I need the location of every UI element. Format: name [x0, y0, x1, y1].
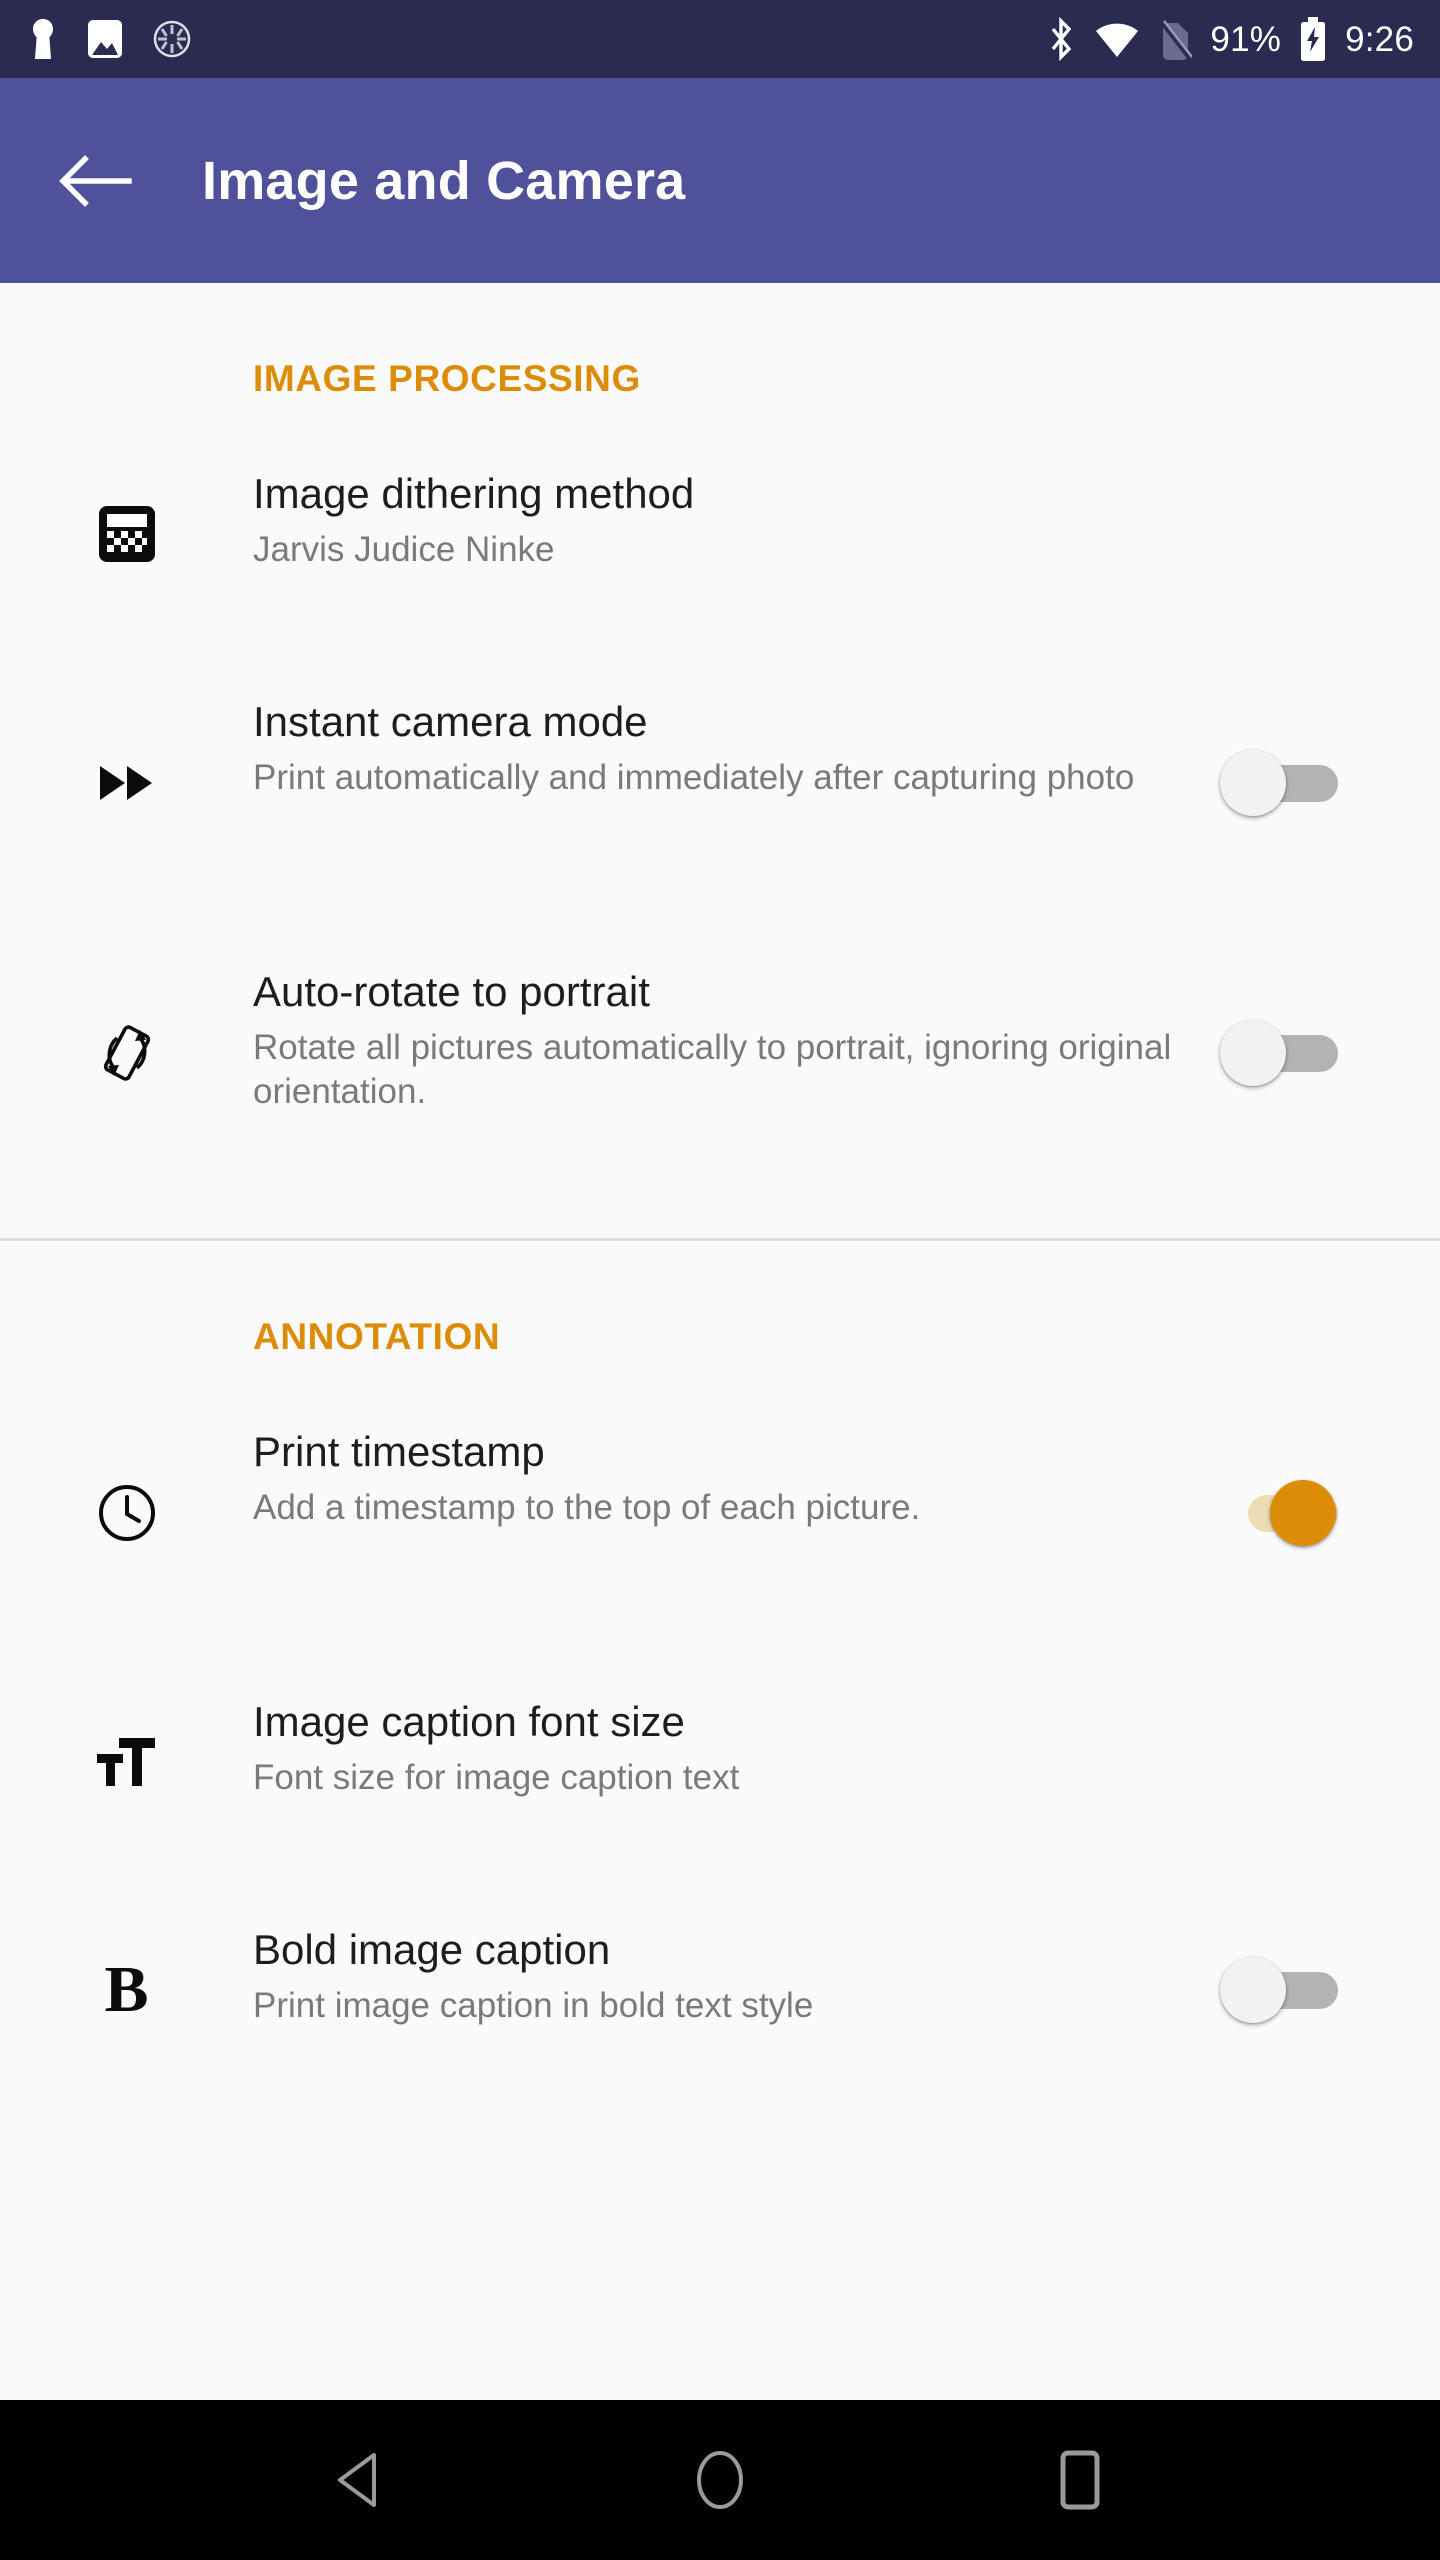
- setting-control: [1220, 748, 1440, 818]
- page-title: Image and Camera: [202, 150, 686, 211]
- app-bar: Image and Camera: [0, 78, 1440, 283]
- setting-title: Print timestamp: [253, 1428, 545, 1475]
- setting-row-image-caption-font-size[interactable]: Image caption font size Font size for im…: [0, 1698, 1440, 1826]
- setting-control: [1220, 1478, 1440, 1548]
- progress-spinner-icon: [153, 20, 191, 58]
- setting-row-print-timestamp[interactable]: Print timestamp Add a timestamp to the t…: [0, 1428, 1440, 1598]
- setting-row-instant-camera-mode[interactable]: Instant camera mode Print automatically …: [0, 698, 1440, 868]
- nav-recents-square-icon: [1060, 2450, 1100, 2510]
- battery-percent-label: 91%: [1210, 19, 1282, 59]
- image-icon: [88, 20, 122, 58]
- setting-title: Image caption font size: [253, 1698, 685, 1745]
- setting-subtitle: Rotate all pictures automatically to por…: [253, 1027, 1172, 1112]
- setting-row-image-dithering-method[interactable]: Image dithering method Jarvis Judice Nin…: [0, 470, 1440, 598]
- toggle-thumb: [1220, 1020, 1286, 1086]
- setting-title: Auto-rotate to portrait: [253, 968, 650, 1015]
- status-bar: 91% 9:26: [0, 0, 1440, 78]
- status-bar-notification-icons: [26, 17, 194, 61]
- setting-control: [1220, 1955, 1440, 2025]
- format-size-icon: [96, 1738, 155, 1786]
- clock-label: 9:26: [1345, 19, 1414, 59]
- setting-control: [1220, 1018, 1440, 1088]
- toggle-auto-rotate-to-portrait[interactable]: [1220, 1018, 1338, 1088]
- clock-icon-wrap: [0, 1481, 253, 1545]
- back-button[interactable]: [36, 121, 156, 241]
- phone-screen: 91% 9:26 Image and Camera IMAGE PROCESSI…: [0, 0, 1440, 2560]
- bold-icon-wrap: B: [0, 1957, 253, 2023]
- dither-grid-icon: [98, 506, 155, 562]
- bold-icon: B: [104, 1953, 149, 2026]
- setting-text-block: Bold image caption Print image caption i…: [253, 1926, 1220, 2028]
- setting-text-block: Instant camera mode Print automatically …: [253, 698, 1220, 800]
- arrow-back-icon: [59, 154, 132, 207]
- nav-back-button[interactable]: [285, 2405, 435, 2555]
- screen-rotation-icon-wrap: [0, 1021, 253, 1085]
- battery-charging-icon: [1301, 17, 1326, 61]
- setting-subtitle: Font size for image caption text: [253, 1757, 740, 1797]
- toggle-instant-camera-mode[interactable]: [1220, 748, 1338, 818]
- no-sim-icon: [1160, 20, 1193, 61]
- fast-forward-icon-wrap: [0, 760, 253, 806]
- setting-text-block: Print timestamp Add a timestamp to the t…: [253, 1428, 1220, 1530]
- nav-back-triangle-icon: [338, 2453, 376, 2507]
- wifi-icon: [1096, 23, 1139, 58]
- key-icon: [33, 19, 53, 59]
- toggle-bold-image-caption[interactable]: [1220, 1955, 1338, 2025]
- setting-subtitle: Add a timestamp to the top of each pictu…: [253, 1487, 921, 1527]
- toggle-thumb: [1220, 1957, 1286, 2023]
- nav-recents-button[interactable]: [1005, 2405, 1155, 2555]
- setting-row-auto-rotate-to-portrait[interactable]: Auto-rotate to portrait Rotate all pictu…: [0, 968, 1440, 1138]
- nav-home-button[interactable]: [645, 2405, 795, 2555]
- toggle-print-timestamp[interactable]: [1220, 1478, 1338, 1548]
- format-size-icon-wrap: [0, 1734, 253, 1790]
- toggle-thumb: [1270, 1480, 1336, 1546]
- screen-rotation-icon: [103, 1025, 150, 1081]
- section-header-annotation: ANNOTATION: [253, 1316, 501, 1357]
- setting-text-block: Image dithering method Jarvis Judice Nin…: [253, 470, 1220, 572]
- status-bar-system-icons: 91% 9:26: [1046, 16, 1414, 62]
- settings-list: IMAGE PROCESSING Image dithering method …: [0, 283, 1440, 2400]
- fast-forward-icon: [99, 766, 152, 800]
- setting-title: Bold image caption: [253, 1926, 611, 1973]
- nav-home-circle-icon: [697, 2451, 743, 2509]
- clock-icon: [98, 1485, 155, 1541]
- setting-title: Instant camera mode: [253, 698, 648, 745]
- setting-subtitle: Print image caption in bold text style: [253, 1985, 814, 2025]
- setting-subtitle: Print automatically and immediately afte…: [253, 757, 1135, 797]
- bluetooth-icon: [1052, 16, 1072, 62]
- section-header-image-processing: IMAGE PROCESSING: [253, 358, 641, 399]
- setting-title: Image dithering method: [253, 470, 695, 517]
- setting-subtitle: Jarvis Judice Ninke: [253, 529, 555, 569]
- setting-row-bold-image-caption[interactable]: B Bold image caption Print image caption…: [0, 1926, 1440, 2054]
- dither-grid-icon-wrap: [0, 503, 253, 565]
- setting-text-block: Image caption font size Font size for im…: [253, 1698, 1220, 1800]
- toggle-thumb: [1220, 750, 1286, 816]
- android-navigation-bar: [0, 2400, 1440, 2560]
- setting-text-block: Auto-rotate to portrait Rotate all pictu…: [253, 968, 1220, 1115]
